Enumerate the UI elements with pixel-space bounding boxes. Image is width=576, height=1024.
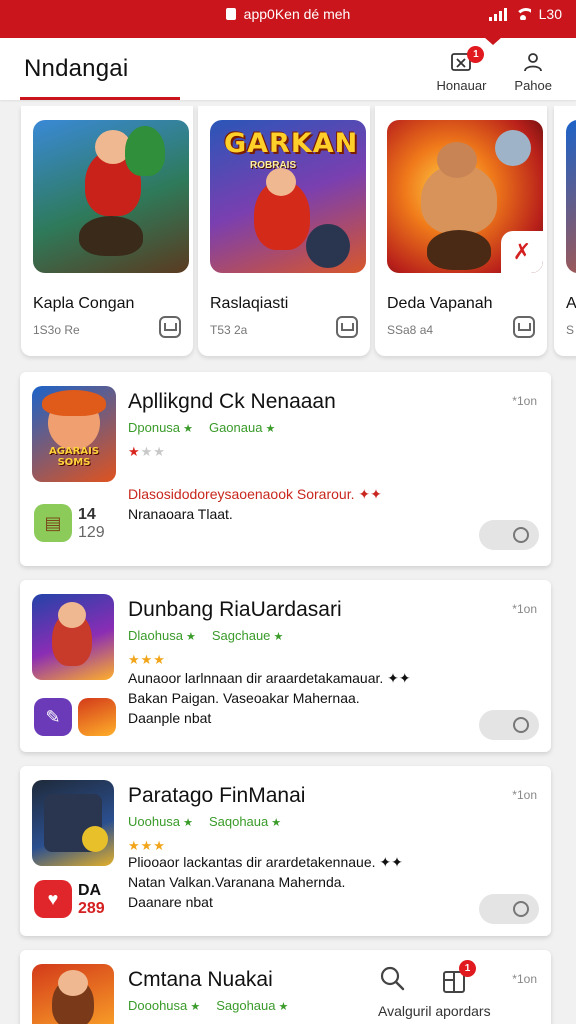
featured-name: Kapla Congan bbox=[33, 295, 135, 312]
status-time: L30 bbox=[538, 6, 562, 22]
app-description-line: Natan Valkan.Varanana Mahernda. bbox=[128, 874, 346, 890]
app-tag[interactable]: Saqohaua bbox=[209, 814, 281, 829]
game-badge-icon: ✗ bbox=[501, 231, 543, 273]
bottom-nav-apps[interactable]: 1 bbox=[440, 960, 476, 994]
page-title: Nndangai bbox=[24, 55, 129, 82]
app-tag[interactable]: Sagohaua bbox=[216, 998, 288, 1013]
app-list-item[interactable]: AGARAIS SOMS Apllikgnd Ck Nenaaan *1on D… bbox=[20, 372, 551, 566]
download-icon[interactable] bbox=[159, 316, 181, 338]
featured-carousel[interactable]: Kapla Congan 1S3o Re GARKAN ROBRAIS Rasl… bbox=[0, 106, 576, 364]
search-icon bbox=[380, 966, 405, 991]
app-tag[interactable]: Dlaohusa bbox=[128, 628, 196, 643]
active-tab-indicator bbox=[20, 97, 180, 100]
app-stat-bottom: 289 bbox=[78, 900, 105, 917]
signal-icon bbox=[488, 7, 507, 21]
featured-game-artwork bbox=[33, 120, 189, 273]
app-description-line: Nranaoara Tlaat. bbox=[128, 506, 233, 522]
featured-game-artwork: ✗ bbox=[387, 120, 543, 273]
app-size: *1on bbox=[512, 394, 537, 408]
app-description-line: Daanple nbat bbox=[128, 710, 212, 726]
app-list-item[interactable]: Dunbang RiaUardasari *1on Dlaohusa Sagch… bbox=[20, 580, 551, 752]
app-description-line: Pliooaor lackantas dir arardetakennaue. … bbox=[128, 854, 403, 870]
rating-stars: ★★★ bbox=[128, 444, 166, 459]
heart-icon: ♥ bbox=[34, 880, 72, 918]
pencil-icon: ✎ bbox=[34, 698, 72, 736]
apps-badge: 1 bbox=[459, 960, 476, 977]
app-tag[interactable]: Uoohusa bbox=[128, 814, 193, 829]
wifi-icon bbox=[514, 8, 531, 20]
game-logo: GARKAN bbox=[224, 128, 359, 159]
featured-card[interactable]: GARKAN ROBRAIS Raslaqiasti T53 2a bbox=[198, 106, 370, 356]
app-description-line: Aunaoor larlnnaan dir araardetakamauar. … bbox=[128, 670, 411, 686]
header-inbox-button[interactable]: 1 Honauar bbox=[436, 45, 487, 93]
app-tag[interactable]: Gaonaua bbox=[209, 420, 275, 435]
featured-name: Raslaqiasti bbox=[210, 295, 289, 312]
app-size: *1on bbox=[512, 788, 537, 802]
app-stat-top: 14 bbox=[78, 506, 96, 523]
app-tags: Dooohusa Sagohaua bbox=[128, 998, 288, 1013]
app-stat-count: DA 289 bbox=[78, 882, 105, 918]
install-toggle[interactable] bbox=[479, 710, 539, 740]
app-icon bbox=[32, 964, 114, 1024]
featured-game-artwork bbox=[566, 120, 576, 273]
featured-card[interactable]: Kapla Congan 1S3o Re bbox=[21, 106, 193, 356]
app-stat-count: 14 129 bbox=[78, 506, 105, 542]
app-size: *1on bbox=[512, 602, 537, 616]
bottom-nav-label: Avalguril apordars bbox=[378, 1003, 491, 1019]
mini-game-icon bbox=[78, 698, 116, 736]
app-icon bbox=[32, 594, 114, 680]
install-toggle[interactable] bbox=[479, 894, 539, 924]
featured-name: A bbox=[566, 295, 576, 312]
app-tag[interactable]: Dponusa bbox=[128, 420, 193, 435]
notification-icon bbox=[225, 8, 236, 20]
inbox-badge: 1 bbox=[467, 45, 485, 63]
featured-card[interactable]: A S bbox=[554, 106, 576, 356]
app-list-item[interactable]: Paratago FinManai *1on Uoohusa Saqohaua … bbox=[20, 766, 551, 936]
status-bar: app0Ken dé meh L30 bbox=[0, 0, 576, 28]
featured-name: Deda Vapanah bbox=[387, 295, 493, 312]
bottom-nav-search[interactable] bbox=[378, 964, 406, 992]
status-text: app0Ken dé meh bbox=[243, 6, 351, 22]
install-toggle[interactable] bbox=[479, 520, 539, 550]
featured-game-artwork: GARKAN ROBRAIS bbox=[210, 120, 366, 273]
rating-stars: ★★★ bbox=[128, 652, 166, 667]
app-title: Paratago FinManai bbox=[128, 784, 306, 807]
app-icon: AGARAIS SOMS bbox=[32, 386, 116, 482]
scroll-icon: ▤ bbox=[34, 504, 72, 542]
app-icon bbox=[32, 780, 114, 866]
header-profile-label: Pahoe bbox=[514, 77, 552, 93]
app-description-line: Daanare nbat bbox=[128, 894, 213, 910]
download-icon[interactable] bbox=[513, 316, 535, 338]
featured-card[interactable]: ✗ Deda Vapanah SSa8 a4 bbox=[375, 106, 547, 356]
status-indicators: L30 bbox=[488, 0, 562, 28]
header-inbox-label: Honauar bbox=[436, 77, 487, 93]
app-tags: Dlaohusa Sagchaue bbox=[128, 628, 283, 643]
app-tag[interactable]: Sagchaue bbox=[212, 628, 283, 643]
app-description-line: Dlasosidodoreysaoenaook Sorarour. ✦✦ bbox=[128, 486, 382, 502]
download-icon[interactable] bbox=[336, 316, 358, 338]
profile-icon bbox=[524, 52, 543, 71]
app-icon-caption: AGARAIS SOMS bbox=[48, 446, 100, 468]
app-stat-top: DA bbox=[78, 882, 102, 899]
app-tags: Uoohusa Saqohaua bbox=[128, 814, 281, 829]
app-title: Dunbang RiaUardasari bbox=[128, 598, 342, 621]
app-stat-bottom: 129 bbox=[78, 524, 105, 541]
featured-meta: S bbox=[566, 323, 575, 337]
app-tags: Dponusa Gaonaua bbox=[128, 420, 275, 435]
status-notification: app0Ken dé meh bbox=[225, 6, 351, 22]
app-header: Nndangai 1 Honauar Pahoe bbox=[0, 28, 576, 100]
app-description-line: Bakan Paigan. Vaseoakar Mahernaa. bbox=[128, 690, 360, 706]
header-notch bbox=[484, 37, 502, 45]
app-tag[interactable]: Dooohusa bbox=[128, 998, 200, 1013]
header-profile-button[interactable]: Pahoe bbox=[514, 50, 552, 93]
app-title: Apllikgnd Ck Nenaaan bbox=[128, 390, 336, 413]
app-title: Cmtana Nuakai bbox=[128, 968, 273, 991]
